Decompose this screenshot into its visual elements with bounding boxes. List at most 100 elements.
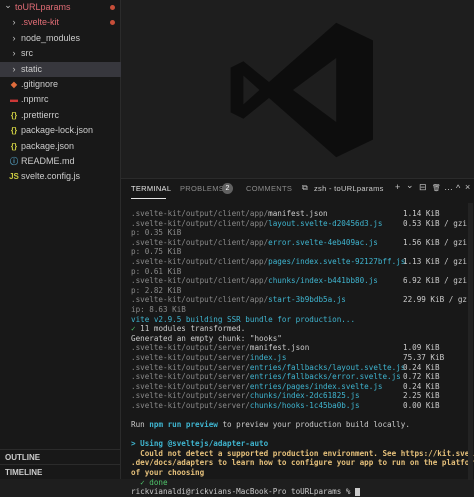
terminal-line: p: 0.75 KiB [131, 247, 474, 257]
terminal-text: ip: 8.63 KiB [131, 304, 186, 314]
close-panel-icon[interactable]: × [465, 182, 470, 192]
tree-item[interactable]: {} package-lock.json [0, 123, 121, 138]
tree-item-label: .gitignore [21, 78, 59, 89]
js-icon: JS [9, 172, 19, 182]
chevron-icon: › [12, 17, 16, 28]
terminal-text: > Using @sveltejs/adapter-auto [131, 439, 269, 449]
tree-item[interactable]: › .svelte-kit [0, 15, 121, 30]
terminal-text: index.js [249, 352, 287, 362]
modified-dot [110, 20, 115, 26]
timeline-section[interactable]: TIMELINE [0, 464, 121, 479]
terminal-line: .svelte-kit/output/server/entries/pages/… [131, 382, 474, 392]
tab-problems[interactable]: PROBLEMS [180, 184, 224, 193]
tree-item[interactable]: ▬ .npmrc [0, 92, 121, 107]
terminal-instance-name[interactable]: zsh - toURLparams [314, 184, 384, 193]
terminal-text: .svelte-kit/output/server/ [131, 381, 250, 391]
terminal-line: Run npm run preview to preview your prod… [131, 420, 474, 430]
terminal-text: of your choosing [131, 468, 205, 478]
trash-icon[interactable]: 🗑 [432, 184, 441, 192]
terminal-text: p: 0.75 KiB [131, 247, 182, 257]
problems-count-badge: 2 [222, 183, 233, 194]
terminal-output[interactable]: .svelte-kit/output/client/app/manifest.j… [131, 209, 474, 497]
split-terminal-icon[interactable]: ⊟ [419, 182, 427, 193]
terminal-text: .dev/docs/adapters to learn how to confi… [131, 458, 474, 468]
file-size: 0.53 KiB / gzi [403, 218, 468, 228]
terminal-cursor [355, 488, 361, 497]
terminal-text: .svelte-kit/output/server/ [131, 372, 250, 382]
more-actions-icon[interactable]: … [444, 182, 453, 192]
terminal-scrollbar[interactable] [468, 203, 473, 480]
terminal-text: .svelte-kit/output/client/app/ [131, 256, 269, 266]
tree-item[interactable]: › src [0, 46, 121, 61]
panel-tabs: TERMINAL PROBLEMS 2 COMMENTS ⧉ zsh - toU… [121, 179, 474, 201]
terminal-text: .svelte-kit/output/server/ [131, 352, 250, 362]
tree-item[interactable]: › static [0, 61, 121, 77]
terminal-text: p: 0.35 KiB [131, 228, 182, 238]
chevron-icon: › [12, 48, 16, 59]
terminal-text: npm run preview [149, 420, 218, 430]
file-tree: ⌄ toURLparams › .svelte-kit › node_modules › sr… [0, 0, 121, 185]
terminal-text: chunks/index-b441bb80.js [268, 276, 378, 286]
terminal-text: .svelte-kit/output/client/app/ [131, 295, 269, 305]
tree-item-label: package.json [21, 140, 75, 151]
terminal-line: .svelte-kit/output/server/index.js 75.37 … [131, 353, 474, 363]
terminal-line: .svelte-kit/output/client/app/layout.sve… [131, 219, 474, 229]
file-size: 1.14 KiB [403, 209, 440, 218]
terminal-line: p: 0.61 KiB [131, 267, 474, 277]
file-size: 2.25 KiB [403, 391, 440, 401]
outline-section[interactable]: OUTLINE [0, 449, 121, 464]
chevron-down-icon[interactable]: ⌄ [406, 180, 414, 191]
tree-item[interactable]: JS svelte.config.js [0, 169, 121, 184]
tree-item[interactable]: ◆ .gitignore [0, 77, 121, 92]
tree-item[interactable]: {} package.json [0, 139, 121, 154]
tree-item[interactable]: ⓘ README.md [0, 154, 121, 169]
terminal-text: entries/pages/index.svelte.js [249, 381, 383, 391]
file-size: 0.00 KiB [403, 400, 440, 410]
terminal-line: rickvianaldi@rickvians-MacBook-Pro toURL… [131, 487, 474, 497]
terminal-text: .svelte-kit/output/client/app/ [131, 276, 269, 286]
terminal-text: p: 2.82 KiB [131, 285, 182, 295]
terminal-text: Generated an empty chunk: "hooks" [131, 333, 282, 343]
file-size: 0.24 KiB [403, 362, 440, 372]
terminal-text: .svelte-kit/output/client/app/ [131, 209, 269, 218]
terminal-text: 11 modules transformed. [140, 324, 246, 334]
chevron-icon: ⌄ [4, 0, 12, 10]
modified-dot [110, 5, 115, 10]
terminal-line: .svelte-kit/output/client/app/start-3b9b… [131, 295, 474, 305]
file-size: 1.09 KiB [403, 343, 440, 353]
terminal-text: manifest.json [249, 343, 310, 353]
tab-comments[interactable]: COMMENTS [246, 184, 292, 193]
maximize-panel-icon[interactable]: ^ [456, 183, 460, 193]
terminal-text: pages/index.svelte-92127bff.js [268, 256, 406, 266]
terminal-text: .svelte-kit/output/client/app/ [131, 218, 269, 228]
new-terminal-plus-icon[interactable]: + [395, 182, 400, 192]
tree-item[interactable]: {} .prettierrc [0, 108, 121, 123]
tree-item-label: toURLparams [15, 2, 71, 12]
terminal-text: .svelte-kit/output/server/ [131, 400, 250, 410]
terminal-line: .dev/docs/adapters to learn how to confi… [131, 458, 474, 468]
terminal-text: .svelte-kit/output/server/ [131, 343, 250, 353]
file-size: 75.37 KiB [403, 352, 445, 362]
terminal-text: .svelte-kit/output/server/ [131, 362, 250, 372]
terminal-text: entries/fallbacks/layout.svelte.js [249, 362, 406, 372]
chevron-icon: › [12, 63, 16, 74]
terminal-line: p: 2.82 KiB [131, 286, 474, 296]
explorer-sidebar: ⌄ toURLparams › .svelte-kit › node_modules › sr… [0, 0, 121, 479]
terminal-line: .svelte-kit/output/server/entries/fallba… [131, 363, 474, 373]
terminal-text: Run [131, 420, 150, 430]
terminal-text: p: 0.61 KiB [131, 266, 182, 276]
terminal-line: Could not detect a supported production … [131, 449, 474, 459]
tree-item[interactable]: › node_modules [0, 31, 121, 46]
terminal-line: .svelte-kit/output/client/app/pages/inde… [131, 257, 474, 267]
terminal-line: ✓ 11 modules transformed. [131, 324, 474, 334]
terminal-line: p: 0.35 KiB [131, 228, 474, 238]
file-size: 1.56 KiB / gzi [403, 237, 468, 247]
terminal-line: vite v2.9.5 building SSR bundle for prod… [131, 315, 474, 325]
file-size: 6.92 KiB / gzi [403, 276, 468, 286]
tab-terminal[interactable]: TERMINAL [131, 184, 171, 193]
git-icon: ◆ [10, 79, 18, 89]
tree-item-label: src [21, 48, 33, 59]
tree-item[interactable]: ⌄ toURLparams [0, 0, 121, 15]
terminal-text: chunks/hooks-1c45ba0b.js [249, 400, 360, 410]
